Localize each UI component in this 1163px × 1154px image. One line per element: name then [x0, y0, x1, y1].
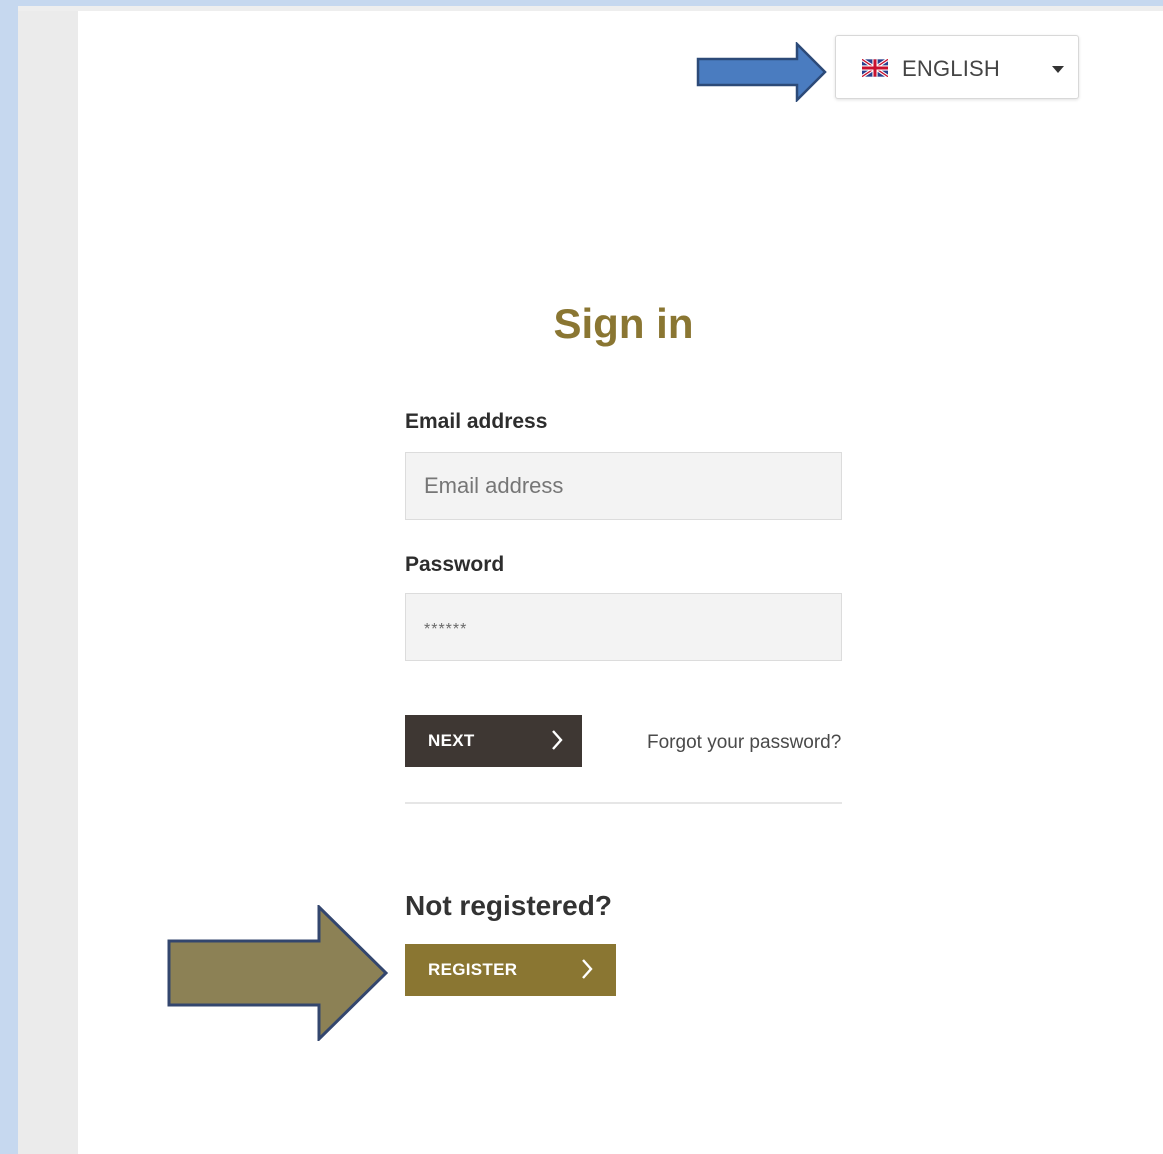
language-select[interactable]: ENGLISH [835, 35, 1079, 99]
caret-down-icon [1052, 66, 1064, 73]
uk-flag-icon [861, 57, 889, 79]
page-title: Sign in [553, 300, 694, 347]
left-gutter [18, 6, 78, 1154]
not-registered-heading: Not registered? [405, 890, 612, 921]
forgot-password-link[interactable]: Forgot your password? [647, 732, 841, 754]
password-label: Password [405, 553, 505, 576]
divider [405, 802, 842, 804]
email-input[interactable] [405, 452, 842, 520]
next-button-label: NEXT [428, 731, 475, 750]
email-label: Email address [405, 410, 548, 433]
annotation-arrow-olive [167, 905, 389, 1041]
annotation-arrow-blue [696, 42, 827, 102]
chevron-right-icon [552, 730, 563, 750]
register-button-label: REGISTER [428, 960, 518, 979]
register-button[interactable]: REGISTER [405, 944, 616, 996]
chevron-right-icon [582, 959, 593, 979]
language-label: ENGLISH [902, 56, 1000, 81]
password-input[interactable] [405, 593, 842, 661]
next-button[interactable]: NEXT [405, 715, 582, 767]
window-frame-left [0, 0, 18, 1154]
page-top-border [18, 6, 1163, 11]
